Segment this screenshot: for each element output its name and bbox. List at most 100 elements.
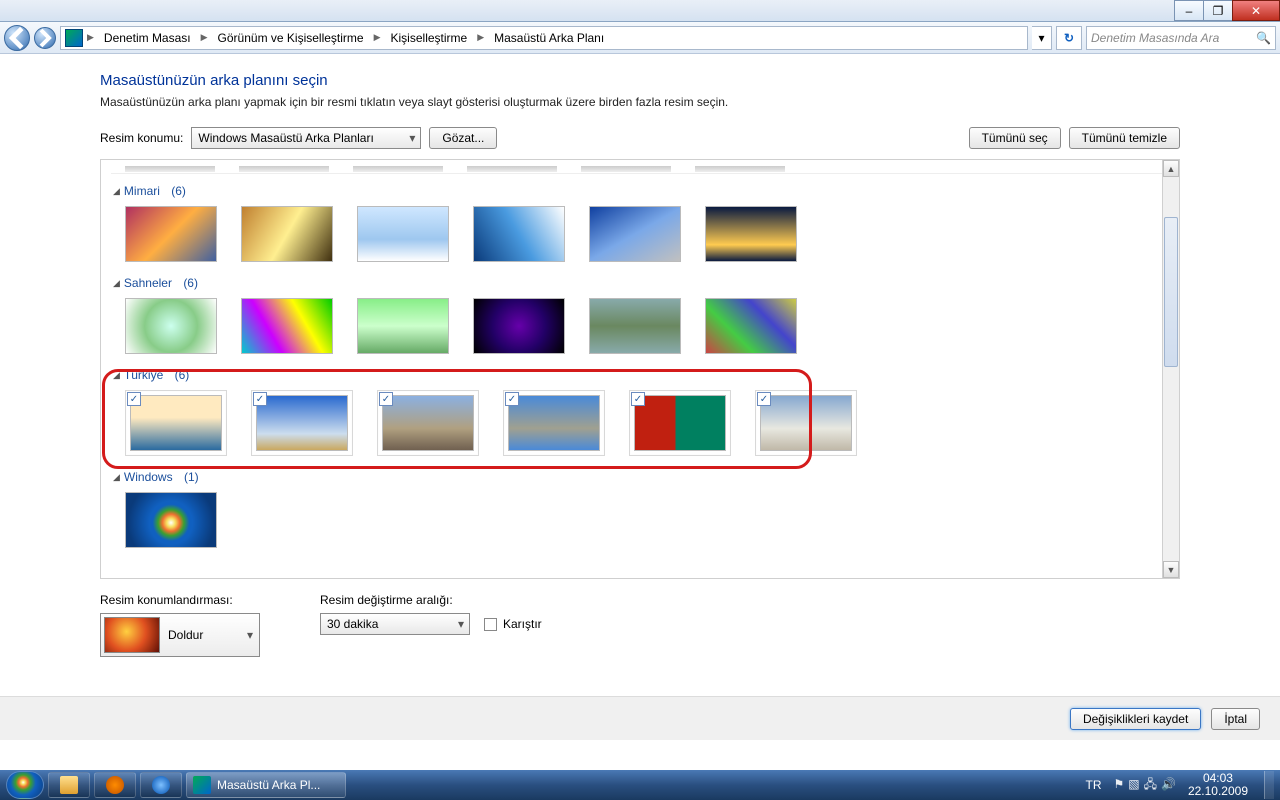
volume-icon[interactable]: 🔊 xyxy=(1161,777,1176,791)
shuffle-label: Karıştır xyxy=(503,617,542,631)
search-icon: 🔍 xyxy=(1256,31,1271,45)
wallpaper-thumb[interactable] xyxy=(125,206,217,262)
shuffle-checkbox[interactable] xyxy=(484,618,497,631)
wallpaper-thumb[interactable] xyxy=(589,298,681,354)
scroll-up-button[interactable]: ▲ xyxy=(1163,160,1179,177)
wallpaper-thumb[interactable] xyxy=(705,206,797,262)
taskbar-active-title: Masaüstü Arka Pl... xyxy=(217,778,320,792)
browse-button[interactable]: Gözat... xyxy=(429,127,497,149)
group-header-turkiye[interactable]: ◢Türkiye (6) xyxy=(111,364,1169,386)
back-button[interactable] xyxy=(4,25,30,51)
image-location-select[interactable]: Windows Masaüstü Arka Planları xyxy=(191,127,421,149)
taskbar-active-window[interactable]: Masaüstü Arka Pl... xyxy=(186,772,346,798)
wallpaper-gallery: ◢Mimari (6) ◢Sahneler (6) xyxy=(100,159,1180,579)
breadcrumb[interactable]: ▶ Denetim Masası ▶ Görünüm ve Kişiselleş… xyxy=(60,26,1028,50)
minimize-button[interactable]: – xyxy=(1174,0,1204,21)
vertical-scrollbar[interactable]: ▲ ▼ xyxy=(1162,160,1179,578)
wallpaper-thumb-selected[interactable]: ✓ xyxy=(755,390,857,456)
wallpaper-thumb[interactable] xyxy=(357,298,449,354)
wallpaper-thumb-selected[interactable]: ✓ xyxy=(629,390,731,456)
checkbox-icon[interactable]: ✓ xyxy=(379,392,393,406)
page-description: Masaüstünüzün arka planı yapmak için bir… xyxy=(100,95,1180,109)
scroll-down-button[interactable]: ▼ xyxy=(1163,561,1179,578)
position-preview-icon xyxy=(104,617,160,653)
position-select[interactable]: Doldur xyxy=(100,613,260,657)
image-location-label: Resim konumu: xyxy=(100,131,183,145)
wallpaper-thumb[interactable] xyxy=(241,206,333,262)
taskbar-ie-button[interactable] xyxy=(140,772,182,798)
chevron-right-icon: ▶ xyxy=(85,32,96,43)
wallpaper-thumb-selected[interactable]: ✓ xyxy=(377,390,479,456)
explorer-navbar: ▶ Denetim Masası ▶ Görünüm ve Kişiselleş… xyxy=(0,22,1280,54)
collapse-icon: ◢ xyxy=(113,278,120,289)
action-center-icon[interactable]: ▧ xyxy=(1128,777,1139,791)
wallpaper-thumb[interactable] xyxy=(473,206,565,262)
forward-button[interactable] xyxy=(34,27,56,49)
language-indicator[interactable]: TR xyxy=(1085,778,1101,792)
breadcrumb-item[interactable]: Masaüstü Arka Planı xyxy=(488,31,610,45)
taskbar-media-player-button[interactable] xyxy=(94,772,136,798)
clear-all-button[interactable]: Tümünü temizle xyxy=(1069,127,1180,149)
lower-options: Resim konumlandırması: Doldur Resim deği… xyxy=(100,579,1180,657)
close-button[interactable]: ✕ xyxy=(1232,0,1280,21)
wallpaper-thumb[interactable] xyxy=(125,298,217,354)
checkbox-icon[interactable]: ✓ xyxy=(253,392,267,406)
scroll-thumb[interactable] xyxy=(1164,217,1178,367)
breadcrumb-item[interactable]: Kişiselleştirme xyxy=(385,31,474,45)
taskbar: Masaüstü Arka Pl... TR ⚑ ▧ 🖧 🔊 04:03 22.10.… xyxy=(0,770,1280,800)
wallpaper-thumb-selected[interactable]: ✓ xyxy=(125,390,227,456)
address-dropdown-button[interactable]: ▾ xyxy=(1032,26,1052,50)
search-input[interactable]: Denetim Masasında Ara 🔍 xyxy=(1086,26,1276,50)
content-area: Masaüstünüzün arka planını seçin Masaüst… xyxy=(0,54,1280,770)
breadcrumb-item[interactable]: Denetim Masası xyxy=(98,31,197,45)
save-changes-button[interactable]: Değişiklikleri kaydet xyxy=(1070,708,1201,730)
folder-icon xyxy=(60,776,78,794)
group-header-mimari[interactable]: ◢Mimari (6) xyxy=(111,180,1169,202)
flag-icon[interactable]: ⚑ xyxy=(1113,777,1124,791)
truncated-group-row xyxy=(111,166,1169,174)
refresh-button[interactable]: ↻ xyxy=(1056,26,1082,50)
clock[interactable]: 04:03 22.10.2009 xyxy=(1188,772,1248,798)
chevron-right-icon: ▶ xyxy=(372,32,383,43)
search-placeholder: Denetim Masasında Ara xyxy=(1091,31,1219,45)
interval-select[interactable]: 30 dakika xyxy=(320,613,470,635)
interval-label: Resim değiştirme aralığı: xyxy=(320,593,542,607)
wallpaper-thumb[interactable] xyxy=(241,298,333,354)
image-location-row: Resim konumu: Windows Masaüstü Arka Plan… xyxy=(100,127,1180,149)
wallpaper-thumb[interactable] xyxy=(589,206,681,262)
wallpaper-thumb[interactable] xyxy=(473,298,565,354)
control-panel-icon xyxy=(193,776,211,794)
group-header-sahneler[interactable]: ◢Sahneler (6) xyxy=(111,272,1169,294)
checkbox-icon[interactable]: ✓ xyxy=(631,392,645,406)
wallpaper-thumb-selected[interactable]: ✓ xyxy=(503,390,605,456)
show-desktop-button[interactable] xyxy=(1264,771,1274,799)
ie-icon xyxy=(152,776,170,794)
scroll-track[interactable] xyxy=(1163,177,1179,561)
network-icon[interactable]: 🖧 xyxy=(1144,777,1157,791)
system-tray: TR ⚑ ▧ 🖧 🔊 04:03 22.10.2009 xyxy=(1085,771,1274,799)
checkbox-icon[interactable]: ✓ xyxy=(505,392,519,406)
wallpaper-thumb[interactable] xyxy=(357,206,449,262)
footer-bar: Değişiklikleri kaydet İptal xyxy=(0,696,1280,740)
breadcrumb-item[interactable]: Görünüm ve Kişiselleştirme xyxy=(212,31,370,45)
position-label: Resim konumlandırması: xyxy=(100,593,260,607)
select-all-button[interactable]: Tümünü seç xyxy=(969,127,1061,149)
page-title: Masaüstünüzün arka planını seçin xyxy=(100,72,1180,89)
wallpaper-thumb[interactable] xyxy=(705,298,797,354)
wallpaper-thumb-selected[interactable]: ✓ xyxy=(251,390,353,456)
checkbox-icon[interactable]: ✓ xyxy=(757,392,771,406)
media-player-icon xyxy=(106,776,124,794)
checkbox-icon[interactable]: ✓ xyxy=(127,392,141,406)
group-header-windows[interactable]: ◢Windows (1) xyxy=(111,466,1169,488)
chevron-right-icon: ▶ xyxy=(475,32,486,43)
collapse-icon: ◢ xyxy=(113,472,120,483)
cancel-button[interactable]: İptal xyxy=(1211,708,1260,730)
control-panel-icon xyxy=(65,29,83,47)
maximize-button[interactable]: ❐ xyxy=(1203,0,1233,21)
chevron-right-icon: ▶ xyxy=(199,32,210,43)
tray-icons[interactable]: ⚑ ▧ 🖧 🔊 xyxy=(1111,775,1177,796)
wallpaper-thumb[interactable] xyxy=(125,492,217,548)
collapse-icon: ◢ xyxy=(113,370,120,381)
taskbar-explorer-button[interactable] xyxy=(48,772,90,798)
start-button[interactable] xyxy=(6,771,44,799)
